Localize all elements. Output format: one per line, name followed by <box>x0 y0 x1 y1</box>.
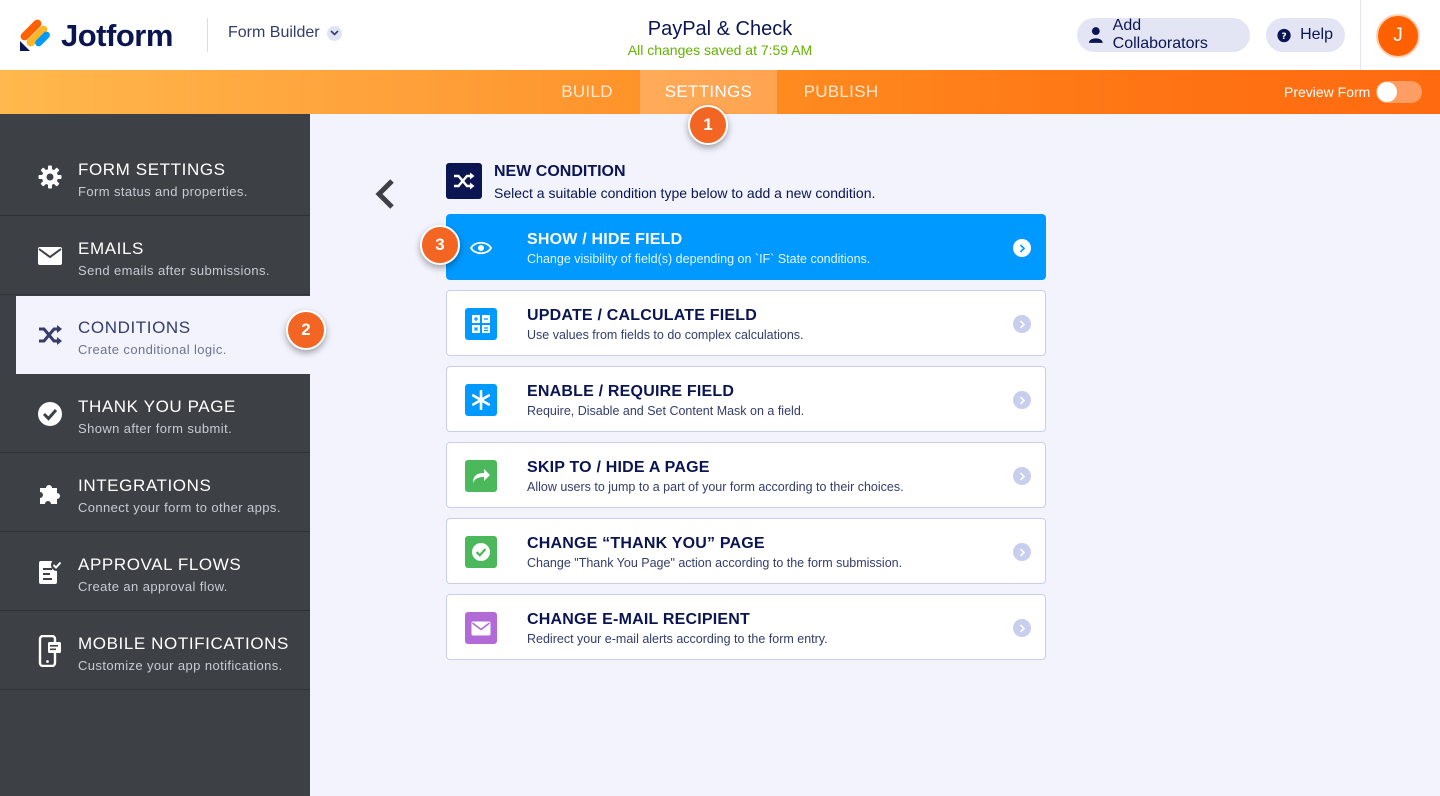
chevron-right-icon <box>1013 315 1031 333</box>
approval-icon <box>36 558 64 586</box>
calculator-icon <box>465 308 497 340</box>
sidebar-item-title: INTEGRATIONS <box>78 476 212 495</box>
sidebar-item-title: THANK YOU PAGE <box>78 397 236 416</box>
shuffle-icon <box>454 172 475 190</box>
form-builder-label: Form Builder <box>228 24 320 41</box>
form-title[interactable]: PayPal & Check <box>520 17 920 41</box>
sidebar-item-subtitle: Create an approval flow. <box>78 579 228 594</box>
condition-change-thank-you-page[interactable]: CHANGE “THANK YOU” PAGE Change "Thank Yo… <box>446 518 1046 584</box>
sidebar-item-title: MOBILE NOTIFICATIONS <box>78 634 289 653</box>
tab-build[interactable]: BUILD <box>548 70 626 114</box>
chevron-down-icon <box>326 25 342 41</box>
preview-form-toggle[interactable] <box>1376 81 1422 103</box>
condition-title: CHANGE “THANK YOU” PAGE <box>527 535 765 552</box>
envelope-icon <box>36 242 64 270</box>
step-badge-1: 1 <box>688 105 728 145</box>
chevron-right-icon <box>1013 391 1031 409</box>
form-builder-menu[interactable]: Form Builder <box>228 24 342 42</box>
sidebar-item-subtitle: Form status and properties. <box>78 184 248 199</box>
chevron-right-icon <box>1013 467 1031 485</box>
sidebar-item-title: CONDITIONS <box>78 318 191 337</box>
check-circle-icon <box>36 400 64 428</box>
condition-title: ENABLE / REQUIRE FIELD <box>527 383 735 400</box>
check-circle-icon <box>465 536 497 568</box>
jotform-logo[interactable]: Jotform <box>18 18 173 54</box>
shuffle-icon <box>36 321 64 349</box>
envelope-icon <box>465 612 497 644</box>
back-button[interactable] <box>372 178 400 210</box>
condition-enable-require-field[interactable]: ENABLE / REQUIRE FIELD Require, Disable … <box>446 366 1046 432</box>
user-icon <box>1088 27 1103 43</box>
new-condition-icon <box>446 163 482 199</box>
tab-publish[interactable]: PUBLISH <box>790 70 892 114</box>
condition-show-hide-field[interactable]: SHOW / HIDE FIELD Change visibility of f… <box>446 214 1046 280</box>
sidebar-item-title: FORM SETTINGS <box>78 160 226 179</box>
logo-text: Jotform <box>61 18 173 53</box>
condition-subtitle: Use values from fields to do complex cal… <box>527 328 804 342</box>
sidebar-item-integrations[interactable]: INTEGRATIONS Connect your form to other … <box>0 454 310 532</box>
form-title-block: PayPal & Check All changes saved at 7:59… <box>520 17 920 58</box>
sidebar-item-emails[interactable]: EMAILS Send emails after submissions. <box>0 217 310 295</box>
new-condition-subtitle: Select a suitable condition type below t… <box>494 185 876 201</box>
add-collaborators-button[interactable]: Add Collaborators <box>1077 17 1250 52</box>
eye-icon <box>465 232 497 264</box>
condition-subtitle: Redirect your e-mail alerts according to… <box>527 632 828 646</box>
sidebar-item-subtitle: Customize your app notifications. <box>78 658 283 673</box>
chevron-right-icon <box>1013 619 1031 637</box>
asterisk-icon <box>465 384 497 416</box>
mobile-icon <box>36 634 64 667</box>
sidebar-item-subtitle: Create conditional logic. <box>78 342 227 357</box>
question-icon: ? <box>1277 28 1291 42</box>
avatar[interactable]: J <box>1376 14 1420 58</box>
condition-subtitle: Require, Disable and Set Content Mask on… <box>527 404 805 418</box>
preview-form-label: Preview Form <box>1284 84 1371 100</box>
settings-sidebar: FORM SETTINGS Form status and properties… <box>0 114 310 796</box>
condition-subtitle: Change "Thank You Page" action according… <box>527 556 903 570</box>
jotform-logo-icon <box>20 19 50 51</box>
sidebar-item-title: EMAILS <box>78 239 144 258</box>
chevron-left-icon <box>375 179 394 209</box>
step-badge-3: 3 <box>420 225 460 265</box>
skip-arrow-icon <box>465 460 497 492</box>
sidebar-item-mobile-notifications[interactable]: MOBILE NOTIFICATIONS Customize your app … <box>0 612 310 690</box>
sidebar-item-title: APPROVAL FLOWS <box>78 555 242 574</box>
sidebar-item-approval-flows[interactable]: APPROVAL FLOWS Create an approval flow. <box>0 533 310 611</box>
gear-icon <box>36 163 64 191</box>
puzzle-icon <box>36 479 64 507</box>
chevron-right-icon <box>1013 543 1031 561</box>
condition-title: CHANGE E-MAIL RECIPIENT <box>527 611 750 628</box>
condition-skip-hide-page[interactable]: SKIP TO / HIDE A PAGE Allow users to jum… <box>446 442 1046 508</box>
sidebar-item-conditions[interactable]: CONDITIONS Create conditional logic. <box>16 296 310 374</box>
svg-text:?: ? <box>1281 31 1286 41</box>
condition-subtitle: Change visibility of field(s) depending … <box>527 252 871 266</box>
save-status: All changes saved at 7:59 AM <box>627 42 813 58</box>
condition-title: SKIP TO / HIDE A PAGE <box>527 459 710 476</box>
condition-change-email-recipient[interactable]: CHANGE E-MAIL RECIPIENT Redirect your e-… <box>446 594 1046 660</box>
condition-subtitle: Allow users to jump to a part of your fo… <box>527 480 904 494</box>
step-badge-2: 2 <box>286 310 326 350</box>
help-label: Help <box>1300 26 1333 43</box>
sidebar-item-thank-you-page[interactable]: THANK YOU PAGE Shown after form submit. <box>0 375 310 453</box>
sidebar-item-subtitle: Shown after form submit. <box>78 421 233 436</box>
condition-title: UPDATE / CALCULATE FIELD <box>527 307 757 324</box>
help-button[interactable]: ? Help <box>1266 18 1345 52</box>
builder-nav-bar: BUILD SETTINGS PUBLISH Preview Form <box>0 70 1440 114</box>
add-collaborators-label: Add Collaborators <box>1112 17 1208 52</box>
condition-update-calculate-field[interactable]: UPDATE / CALCULATE FIELD Use values from… <box>446 290 1046 356</box>
header-divider-right <box>1360 0 1361 70</box>
chevron-right-icon <box>1013 239 1031 257</box>
toggle-knob <box>1377 82 1397 102</box>
app-header: Jotform Form Builder PayPal & Check All … <box>0 0 1440 70</box>
header-divider <box>207 18 208 52</box>
sidebar-item-form-settings[interactable]: FORM SETTINGS Form status and properties… <box>0 138 310 216</box>
condition-title: SHOW / HIDE FIELD <box>527 231 683 248</box>
new-condition-title: NEW CONDITION <box>494 163 626 180</box>
sidebar-item-subtitle: Send emails after submissions. <box>78 263 270 278</box>
sidebar-item-subtitle: Connect your form to other apps. <box>78 500 281 515</box>
